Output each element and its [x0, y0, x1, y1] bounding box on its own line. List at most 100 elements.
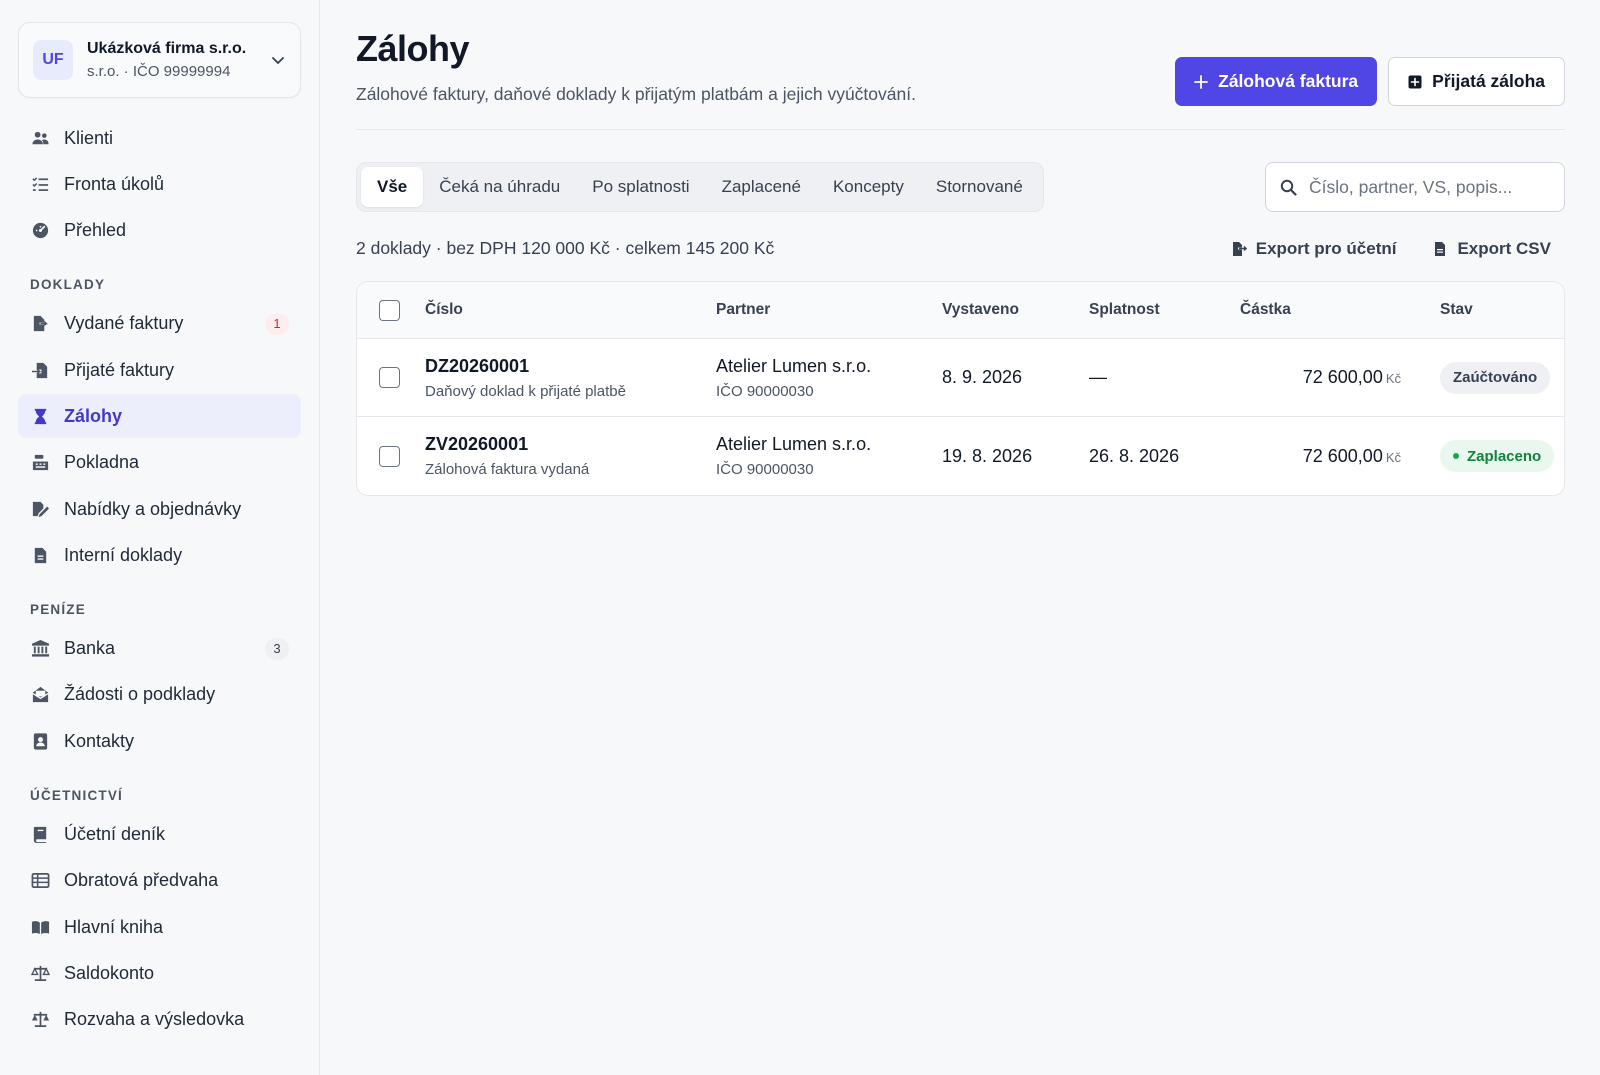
page-header: Zálohy Zálohové faktury, daňové doklady …: [356, 28, 1565, 130]
document-description: Zálohová faktura vydaná: [425, 461, 590, 478]
tab-vse[interactable]: Vše: [361, 167, 424, 207]
sidebar-item-interni-doklady[interactable]: Interní doklady: [18, 533, 301, 577]
export-actions: Export pro účetní Export CSV: [1231, 239, 1565, 259]
address-book-icon: [30, 731, 50, 751]
file-import-icon: [30, 360, 50, 380]
export-label: Export pro účetní: [1255, 238, 1397, 258]
currency: Kč: [1385, 449, 1401, 465]
due-date: —: [1089, 367, 1107, 387]
amount-value: 72 600,00: [1302, 367, 1383, 387]
search-box: [1265, 162, 1565, 212]
hourglass-icon: [30, 406, 50, 426]
summary-row: 2 doklady · bez DPH 120 000 Kč · celkem …: [356, 238, 1565, 259]
sidebar-item-nabidky-a-objednavky[interactable]: Nabídky a objednávky: [18, 487, 301, 531]
sidebar-item-prehled[interactable]: Přehled: [18, 209, 301, 253]
sidebar-item-label: Pokladna: [64, 452, 140, 473]
sidebar-item-label: Hlavní kniha: [64, 916, 164, 937]
column-header-amount[interactable]: Částka: [1240, 301, 1405, 319]
column-header-partner[interactable]: Partner: [716, 301, 942, 319]
sidebar-item-label: Obratová předvaha: [64, 870, 219, 891]
users-icon: [30, 128, 50, 148]
sidebar-item-zalohy[interactable]: Zálohy: [18, 394, 301, 439]
sidebar-item-pokladna[interactable]: Pokladna: [18, 441, 301, 485]
sidebar-item-zadosti-o-podklady[interactable]: Žádosti o podklady: [18, 673, 301, 717]
search-input[interactable]: [1309, 176, 1550, 198]
table-icon: [30, 871, 50, 891]
plus-icon: [1194, 74, 1209, 89]
sidebar-item-kontakty[interactable]: Kontakty: [18, 719, 301, 763]
sidebar-item-hlavni-kniha[interactable]: Hlavní kniha: [18, 905, 301, 949]
header-actions: Zálohová faktura Přijatá záloha: [1175, 57, 1565, 106]
column-header-due[interactable]: Splatnost: [1089, 301, 1240, 319]
document-number[interactable]: ZV20260001: [425, 434, 716, 455]
sidebar-item-ucetni-denik[interactable]: Účetní deník: [18, 813, 301, 857]
company-avatar: UF: [33, 40, 73, 80]
sidebar-item-label: Klienti: [64, 127, 114, 148]
section-label-doklady: DOKLADY: [30, 276, 106, 292]
partner-ico: IČO 90000030: [716, 382, 814, 400]
sidebar-item-klienti[interactable]: Klienti: [18, 116, 301, 160]
dashboard-icon: [30, 221, 50, 241]
column-header-issued[interactable]: Vystaveno: [942, 301, 1089, 319]
tab-ceka-na-uhradu[interactable]: Čeká na úhradu: [423, 167, 576, 207]
envelope-open-icon: [30, 685, 50, 705]
new-advance-invoice-button[interactable]: Zálohová faktura: [1175, 57, 1378, 106]
scale-icon: [30, 963, 50, 983]
tab-zaplacene[interactable]: Zaplacené: [706, 167, 817, 207]
sidebar-item-label: Banka: [64, 638, 116, 659]
unread-badge: 1: [265, 312, 289, 335]
tab-po-splatnosti[interactable]: Po splatnosti: [576, 167, 705, 207]
section-label-ucetnictvi: ÚČETNICTVÍ: [30, 787, 123, 803]
plus-square-icon: [1408, 75, 1422, 88]
sidebar-item-label: Vydané faktury: [64, 313, 184, 334]
row-checkbox[interactable]: [379, 367, 400, 388]
export-accountant-button[interactable]: Export pro účetní: [1231, 238, 1397, 259]
tab-koncepty[interactable]: Koncepty: [817, 167, 920, 207]
issued-date: 19. 8. 2026: [942, 445, 1033, 466]
table-row[interactable]: ZV20260001 Zálohová faktura vydaná Ateli…: [357, 417, 1564, 495]
received-advance-button[interactable]: Přijatá záloha: [1388, 57, 1565, 106]
file-export-icon: [1232, 241, 1247, 256]
sidebar-item-obratova-predvaha[interactable]: Obratová předvaha: [18, 859, 301, 903]
count-badge: 3: [265, 637, 289, 660]
bank-icon: [30, 639, 50, 659]
sidebar-item-saldokonto[interactable]: Saldokonto: [18, 951, 301, 995]
issued-date: 8. 9. 2026: [942, 367, 1023, 387]
select-all-checkbox[interactable]: [379, 299, 400, 321]
export-csv-button[interactable]: Export CSV: [1432, 239, 1551, 259]
table-row[interactable]: DZ20260001 Daňový doklad k přijaté platb…: [357, 339, 1564, 417]
sidebar-item-prijate-faktury[interactable]: Přijaté faktury: [18, 348, 301, 392]
company-switcher[interactable]: UF Ukázková firma s.r.o. s.r.o. · IČO 99…: [18, 22, 301, 98]
sidebar-item-rozvaha-a-vysledovka[interactable]: Rozvaha a výsledovka: [18, 998, 301, 1042]
company-name: Ukázková firma s.r.o.: [87, 40, 247, 57]
scale-balanced-icon: [30, 1010, 50, 1030]
sidebar-item-label: Interní doklady: [64, 544, 183, 565]
advances-table: Číslo Partner Vystaveno Splatnost Částka…: [356, 281, 1565, 496]
tab-stornovane[interactable]: Stornované: [920, 167, 1039, 207]
sidebar-item-label: Žádosti o podklady: [64, 684, 216, 705]
status-badge: Zaplaceno: [1440, 440, 1555, 472]
company-subtitle: s.r.o. · IČO 99999994: [87, 63, 231, 80]
table-header: Číslo Partner Vystaveno Splatnost Částka…: [357, 282, 1564, 339]
export-label: Export CSV: [1457, 238, 1551, 258]
sidebar-item-vydane-faktury[interactable]: Vydané faktury 1: [18, 302, 301, 346]
row-checkbox[interactable]: [379, 445, 400, 467]
document-number[interactable]: DZ20260001: [425, 356, 716, 377]
sidebar-item-banka[interactable]: Banka 3: [18, 627, 301, 671]
sidebar-item-fronta-ukolu[interactable]: Fronta úkolů: [18, 162, 301, 206]
file-icon: [30, 545, 50, 565]
search-icon: [1280, 179, 1297, 196]
sidebar-item-label: Přehled: [64, 220, 127, 241]
page-subtitle: Zálohové faktury, daňové doklady k přija…: [356, 84, 916, 104]
list-icon: [30, 174, 50, 194]
currency: Kč: [1385, 371, 1401, 386]
partner-name: Atelier Lumen s.r.o.: [716, 434, 872, 454]
book-open-icon: [30, 917, 50, 937]
column-header-number[interactable]: Číslo: [425, 301, 716, 319]
main-content: Zálohy Zálohové faktury, daňové doklady …: [320, 0, 1600, 1075]
column-header-status[interactable]: Stav: [1405, 301, 1564, 319]
status-dot-icon: [1453, 453, 1459, 459]
cash-register-icon: [30, 453, 50, 473]
button-label: Přijatá záloha: [1432, 71, 1545, 91]
file-export-icon: [30, 314, 50, 334]
